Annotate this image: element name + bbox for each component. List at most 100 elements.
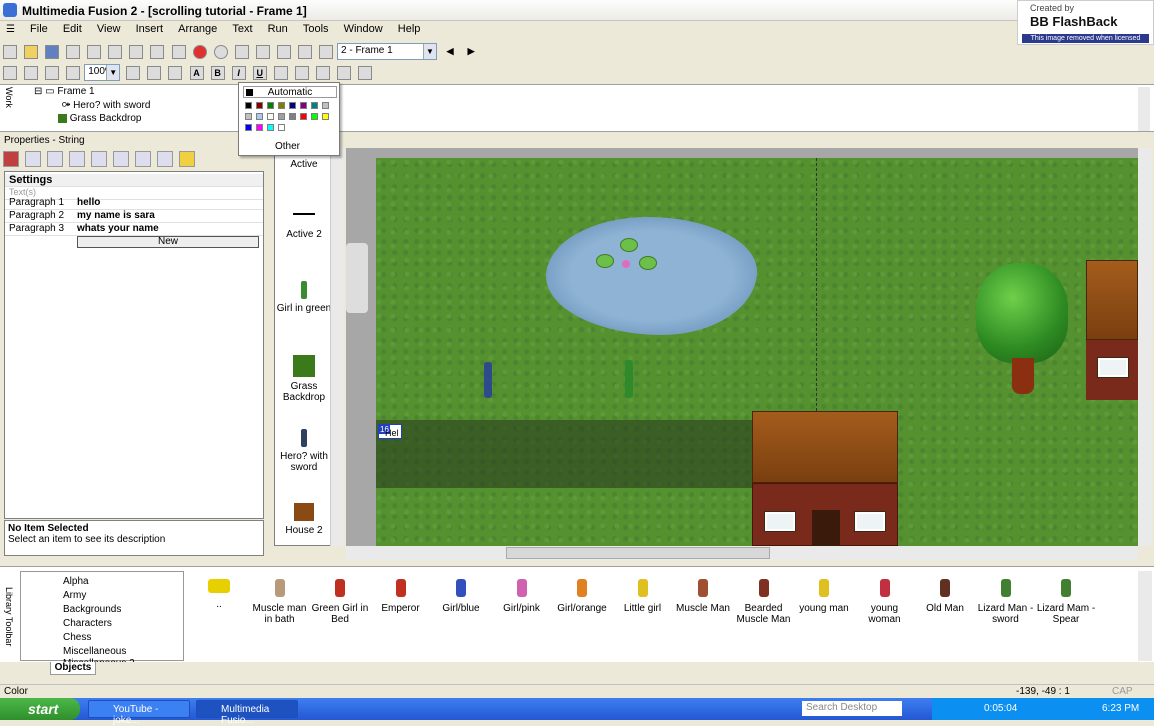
tree-hero[interactable]: ⚩ Hero? with sword xyxy=(62,100,150,111)
stop-icon[interactable] xyxy=(213,45,228,59)
color-swatch[interactable] xyxy=(278,113,285,120)
color-swatch[interactable] xyxy=(311,113,318,120)
grid-icon[interactable] xyxy=(3,66,17,80)
paste-icon[interactable] xyxy=(108,45,123,59)
object-list-item[interactable]: Active 2 xyxy=(275,213,333,240)
align-left-icon[interactable] xyxy=(294,66,309,80)
paragraph-row[interactable]: Paragraph 1 hello xyxy=(5,197,263,210)
underline-icon[interactable]: U xyxy=(252,66,267,80)
library-object[interactable]: Girl/pink xyxy=(491,571,553,614)
data-elements-icon[interactable] xyxy=(318,45,333,59)
snap-icon[interactable] xyxy=(24,66,39,80)
color-swatch[interactable] xyxy=(267,102,274,109)
color-swatch[interactable] xyxy=(267,113,274,120)
color-swatch[interactable] xyxy=(300,102,307,109)
library-object[interactable]: Girl/blue xyxy=(430,571,492,614)
next-frame-icon[interactable]: ▶ xyxy=(464,45,478,59)
frame-vertical-scrollbar[interactable] xyxy=(1138,148,1152,546)
run-icon[interactable] xyxy=(192,45,207,59)
object-list-item[interactable]: Grass Backdrop xyxy=(275,355,333,403)
menu-run[interactable]: Run xyxy=(262,21,294,37)
color-swatch[interactable] xyxy=(289,102,296,109)
object-list-scrollbar[interactable] xyxy=(330,148,344,546)
tree-grass[interactable]: Grass Backdrop xyxy=(58,113,141,124)
frame-select[interactable]: 2 - Frame 1 ▼ xyxy=(337,43,437,60)
object-list-item[interactable]: Hero? with sword xyxy=(275,429,333,473)
zoom-icon[interactable] xyxy=(45,66,60,80)
library-tree-item[interactable]: Alpha xyxy=(63,576,89,587)
menu-file[interactable]: File xyxy=(24,21,54,37)
new-icon[interactable] xyxy=(3,45,17,59)
string-object[interactable]: 16 Hel xyxy=(378,424,402,439)
open-icon[interactable] xyxy=(24,45,39,59)
library-object[interactable]: young man xyxy=(793,571,855,614)
color-swatch[interactable] xyxy=(311,102,318,109)
task-multimedia-fusion[interactable]: Multimedia Fusio... xyxy=(196,700,298,726)
font-icon[interactable]: A xyxy=(189,66,204,80)
library-object[interactable]: .. xyxy=(188,571,250,610)
color-swatch[interactable] xyxy=(256,102,263,109)
paragraph-value[interactable]: my name is sara xyxy=(77,210,155,221)
runtime-tab-icon[interactable] xyxy=(113,151,129,167)
frame-editor-icon[interactable] xyxy=(234,45,249,59)
library-object[interactable]: Bearded Muscle Man xyxy=(733,571,795,625)
other-colors-button[interactable]: Other xyxy=(275,141,300,152)
search-desktop-input[interactable]: Search Desktop xyxy=(802,701,902,716)
text-tab-icon[interactable] xyxy=(69,151,85,167)
tab-objects[interactable]: Objects xyxy=(50,662,96,675)
house-2[interactable] xyxy=(1086,260,1138,400)
girl-sprite[interactable] xyxy=(625,360,633,398)
menu-text[interactable]: Text xyxy=(226,21,258,37)
tree-frame-1[interactable]: ⊟ ▭ Frame 1 xyxy=(34,86,95,97)
library-object[interactable]: Old Man xyxy=(914,571,976,614)
library-object[interactable]: Green Girl in Bed xyxy=(309,571,371,625)
library-object[interactable]: Muscle Man xyxy=(672,571,734,614)
help-icon[interactable] xyxy=(171,45,186,59)
workspace-scrollbar[interactable] xyxy=(1138,87,1150,131)
library-object[interactable]: young woman xyxy=(854,571,916,625)
library-tree-item[interactable]: Army xyxy=(63,590,86,601)
menu-window[interactable]: Window xyxy=(338,21,389,37)
library-object[interactable]: Lizard Man - sword xyxy=(975,571,1037,625)
menu-view[interactable]: View xyxy=(91,21,127,37)
event-editor-icon[interactable] xyxy=(276,45,291,59)
library-object[interactable]: Lizard Mam - Spear xyxy=(1035,571,1097,625)
color-swatch[interactable] xyxy=(278,102,285,109)
color-swatch[interactable] xyxy=(278,124,285,131)
frame-editor[interactable]: 16 Hel xyxy=(346,148,1138,546)
paragraph-value[interactable]: whats your name xyxy=(77,223,159,234)
library-object[interactable]: Muscle man in bath xyxy=(249,571,311,625)
undo-icon[interactable] xyxy=(129,45,144,59)
align-right-icon[interactable] xyxy=(336,66,351,80)
menu-edit[interactable]: Edit xyxy=(57,21,88,37)
color-swatch[interactable] xyxy=(289,113,296,120)
lock-icon[interactable] xyxy=(66,66,81,80)
string-object-area[interactable]: 16 Hel xyxy=(376,420,756,488)
house[interactable] xyxy=(752,411,898,546)
new-paragraph-button[interactable]: New xyxy=(77,236,259,248)
tree[interactable] xyxy=(976,263,1068,363)
menu-doc-icon[interactable]: ☰ xyxy=(0,22,21,37)
library-object[interactable]: Little girl xyxy=(612,571,674,614)
italic-icon[interactable]: I xyxy=(231,66,246,80)
paragraph-value[interactable]: hello xyxy=(77,197,100,208)
paragraph-row[interactable]: Paragraph 3 whats your name xyxy=(5,223,263,236)
color-swatch[interactable] xyxy=(322,102,329,109)
layers-icon[interactable] xyxy=(168,66,183,80)
color-swatch[interactable] xyxy=(267,124,274,131)
align-center-icon[interactable] xyxy=(315,66,330,80)
align-icon[interactable] xyxy=(147,66,162,80)
about-tab-icon[interactable] xyxy=(179,151,195,167)
start-button[interactable]: start xyxy=(0,698,80,720)
menu-tools[interactable]: Tools xyxy=(297,21,335,37)
display-tab-icon[interactable] xyxy=(25,151,41,167)
task-youtube[interactable]: YouTube - joke... xyxy=(88,700,190,726)
paragraph-row[interactable]: Paragraph 2 my name is sara xyxy=(5,210,263,223)
library-object[interactable]: Emperor xyxy=(370,571,432,614)
color-swatch[interactable] xyxy=(245,102,252,109)
color-swatch[interactable] xyxy=(322,113,329,120)
color-swatch[interactable] xyxy=(256,113,263,120)
color-swatch[interactable] xyxy=(300,113,307,120)
cut-icon[interactable] xyxy=(66,45,81,59)
copy-icon[interactable] xyxy=(87,45,102,59)
